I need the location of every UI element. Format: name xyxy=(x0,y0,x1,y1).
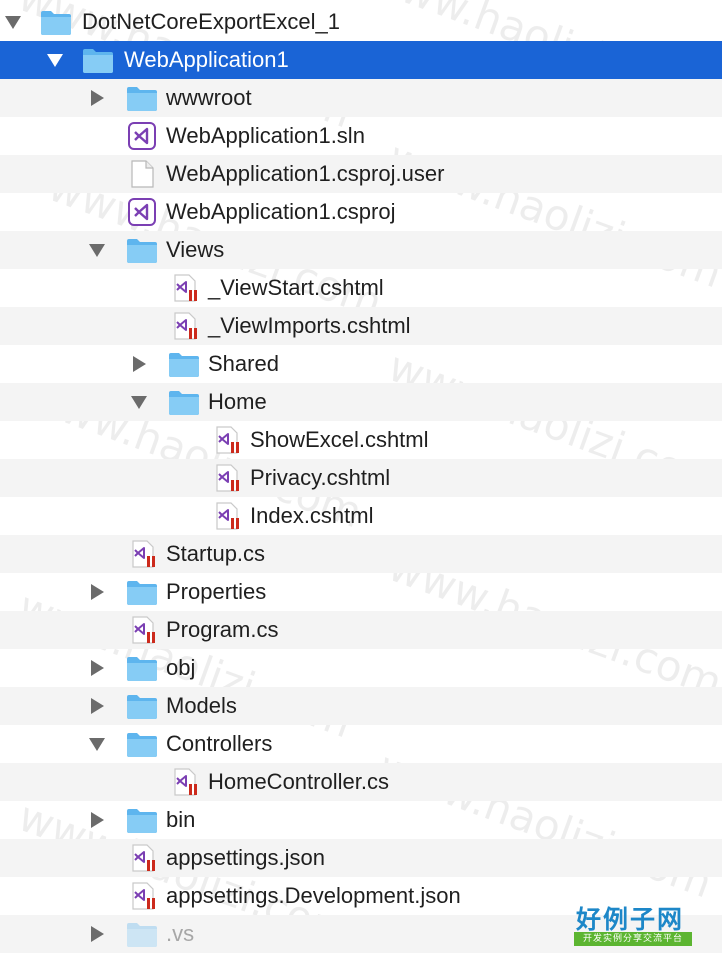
chevron-right-icon[interactable] xyxy=(86,657,108,679)
visual-studio-icon xyxy=(126,122,158,150)
tree-row-label: .vs xyxy=(166,921,195,946)
tree-row-startup[interactable]: Startup.cs xyxy=(0,535,722,573)
tree-row-label: Controllers xyxy=(166,731,273,756)
folder-icon xyxy=(126,692,158,720)
folder-icon xyxy=(82,46,114,74)
tree-row-csproj-user-file[interactable]: WebApplication1.csproj.user xyxy=(0,155,722,193)
site-logo: 好例子网 开发实例分享交流平台 xyxy=(572,900,694,950)
tree-row-label: WebApplication1 xyxy=(124,47,289,72)
folder-icon xyxy=(40,8,72,36)
tree-row-index[interactable]: Index.cshtml xyxy=(0,497,722,535)
visual-studio-source-file-icon xyxy=(212,464,244,492)
chevron-down-icon[interactable] xyxy=(128,391,150,413)
tree-row-label: appsettings.json xyxy=(166,845,325,870)
visual-studio-source-file-icon xyxy=(170,768,202,796)
tree-row-showexcel[interactable]: ShowExcel.cshtml xyxy=(0,421,722,459)
project-tree: DotNetCoreExportExcel_1 WebApplication1 … xyxy=(0,3,722,953)
tree-row-label: Privacy.cshtml xyxy=(250,465,391,490)
tree-row-label: obj xyxy=(166,655,196,680)
tree-row-label: WebApplication1.csproj.user xyxy=(166,161,445,186)
visual-studio-source-file-icon xyxy=(212,426,244,454)
tree-row-viewimports[interactable]: _ViewImports.cshtml xyxy=(0,307,722,345)
visual-studio-icon xyxy=(126,198,158,226)
tree-row-csproj-file[interactable]: WebApplication1.csproj xyxy=(0,193,722,231)
tree-row-label: bin xyxy=(166,807,196,832)
tree-row-label: DotNetCoreExportExcel_1 xyxy=(82,9,341,34)
blank-file-icon xyxy=(126,160,158,188)
tree-row-viewstart[interactable]: _ViewStart.cshtml xyxy=(0,269,722,307)
logo-subtitle: 开发实例分享交流平台 xyxy=(574,932,692,946)
tree-row-properties[interactable]: Properties xyxy=(0,573,722,611)
folder-icon xyxy=(126,806,158,834)
visual-studio-source-file-icon xyxy=(212,502,244,530)
folder-icon xyxy=(126,654,158,682)
folder-icon xyxy=(168,388,200,416)
tree-row-obj[interactable]: obj xyxy=(0,649,722,687)
tree-row-label: HomeController.cs xyxy=(208,769,389,794)
tree-row-label: ShowExcel.cshtml xyxy=(250,427,429,452)
tree-row-bin[interactable]: bin xyxy=(0,801,722,839)
chevron-right-icon[interactable] xyxy=(128,353,150,375)
visual-studio-source-file-icon xyxy=(170,274,202,302)
tree-row-label: Shared xyxy=(208,351,279,376)
tree-row-label: WebApplication1.sln xyxy=(166,123,365,148)
tree-row-models[interactable]: Models xyxy=(0,687,722,725)
chevron-down-icon[interactable] xyxy=(2,11,24,33)
tree-row-label: Views xyxy=(166,237,225,262)
folder-icon xyxy=(126,920,158,948)
visual-studio-source-file-icon xyxy=(170,312,202,340)
chevron-down-icon[interactable] xyxy=(86,733,108,755)
tree-row-label: Models xyxy=(166,693,237,718)
tree-row-sln-file[interactable]: WebApplication1.sln xyxy=(0,117,722,155)
tree-row-homecontroller[interactable]: HomeController.cs xyxy=(0,763,722,801)
folder-icon xyxy=(126,578,158,606)
tree-row-program[interactable]: Program.cs xyxy=(0,611,722,649)
chevron-right-icon[interactable] xyxy=(86,923,108,945)
tree-row-label: WebApplication1.csproj xyxy=(166,199,396,224)
tree-row-label: Startup.cs xyxy=(166,541,266,566)
tree-row-appsettings[interactable]: appsettings.json xyxy=(0,839,722,877)
tree-row-solution-root[interactable]: DotNetCoreExportExcel_1 xyxy=(0,3,722,41)
tree-row-label: _ViewStart.cshtml xyxy=(208,275,384,300)
visual-studio-source-file-icon xyxy=(128,844,160,872)
logo-title: 好例子网 xyxy=(576,905,685,934)
tree-row-wwwroot[interactable]: wwwroot xyxy=(0,79,722,117)
tree-row-label: wwwroot xyxy=(166,85,252,110)
tree-row-home[interactable]: Home xyxy=(0,383,722,421)
folder-icon xyxy=(126,236,158,264)
tree-row-webapplication1[interactable]: WebApplication1 xyxy=(0,41,722,79)
folder-icon xyxy=(126,730,158,758)
tree-row-controllers[interactable]: Controllers xyxy=(0,725,722,763)
chevron-right-icon[interactable] xyxy=(86,695,108,717)
tree-row-label: Program.cs xyxy=(166,617,279,642)
tree-row-label: appsettings.Development.json xyxy=(166,883,461,908)
chevron-right-icon[interactable] xyxy=(86,87,108,109)
visual-studio-source-file-icon xyxy=(128,540,160,568)
chevron-right-icon[interactable] xyxy=(86,809,108,831)
chevron-right-icon[interactable] xyxy=(86,581,108,603)
tree-row-label: Home xyxy=(208,389,267,414)
tree-row-label: Index.cshtml xyxy=(250,503,374,528)
visual-studio-source-file-icon xyxy=(128,882,160,910)
tree-row-privacy[interactable]: Privacy.cshtml xyxy=(0,459,722,497)
chevron-down-icon[interactable] xyxy=(44,49,66,71)
tree-row-label: Properties xyxy=(166,579,267,604)
visual-studio-source-file-icon xyxy=(128,616,160,644)
chevron-down-icon[interactable] xyxy=(86,239,108,261)
tree-row-shared[interactable]: Shared xyxy=(0,345,722,383)
folder-icon xyxy=(126,84,158,112)
tree-row-views[interactable]: Views xyxy=(0,231,722,269)
folder-icon xyxy=(168,350,200,378)
tree-row-label: _ViewImports.cshtml xyxy=(208,313,411,338)
